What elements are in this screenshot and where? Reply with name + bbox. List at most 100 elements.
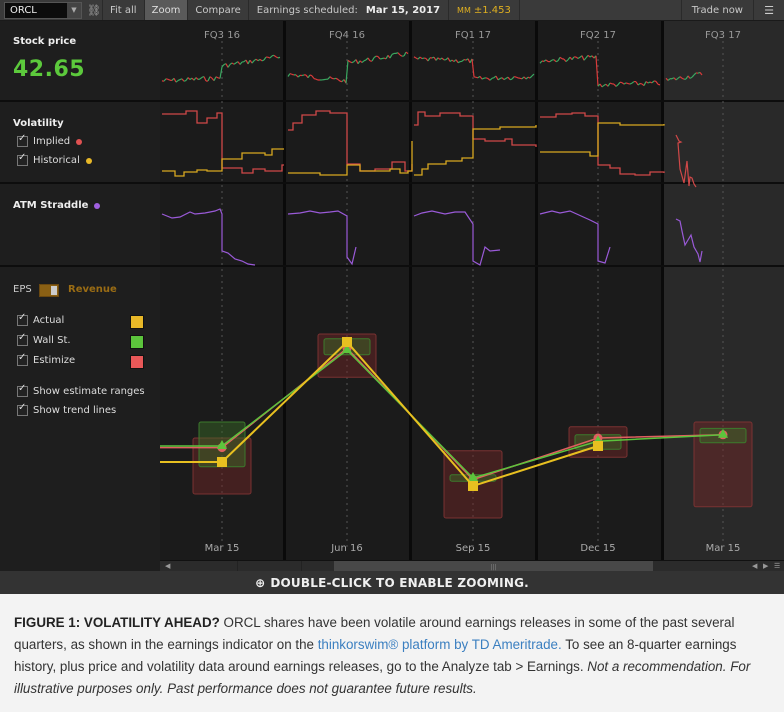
zoom-button[interactable]: Zoom [143,0,188,20]
wall-st-color-swatch[interactable] [130,335,144,349]
implied-vol-line [288,110,413,172]
price-candle [673,77,677,81]
market-maker-icon: MM [457,5,471,15]
estimize-toggle[interactable]: Estimize [17,352,76,366]
price-candle [167,78,171,81]
implied-checkbox[interactable] [17,133,28,147]
price-candle [273,54,277,58]
price-candle [515,76,519,79]
trade-now-button[interactable]: Trade now [680,0,753,20]
price-candle [417,56,421,60]
wall-st-checkbox[interactable] [17,332,28,346]
price-candle [397,52,401,56]
price-candle [309,74,313,77]
price-candle [629,82,633,85]
stock-price-panel: Stock price 42.65 [0,21,160,102]
price-candle [655,81,659,85]
historical-vol-line [162,148,284,177]
price-candle [529,75,533,79]
price-candle [187,77,191,80]
fit-all-button[interactable]: Fit all [102,0,144,20]
price-candle [291,73,295,76]
price-candle [165,78,169,80]
compare-button[interactable]: Compare [187,0,247,20]
price-candle [413,56,417,59]
estimize-label: Estimize [33,355,76,366]
price-candle [255,58,259,62]
price-candle [623,82,627,85]
price-candle [581,55,585,61]
price-candle [173,77,177,83]
price-candle [525,76,529,80]
price-candle [621,82,625,85]
price-candle [315,78,319,81]
price-candle [589,55,593,58]
price-candle [221,64,225,68]
thinkorswim-link[interactable]: thinkorswim® platform by TD Ameritrade. [318,637,562,652]
price-candle [481,77,485,80]
estimize-checkbox[interactable] [17,352,28,366]
price-candle [679,76,683,79]
price-candle [601,84,605,88]
price-candle [507,76,511,81]
price-candle [491,77,495,79]
price-candle [583,57,587,61]
earnings-scheduled: Earnings scheduled: Mar 15, 2017 [247,0,448,20]
chevron-down-icon[interactable]: ▼ [67,2,81,18]
price-candle [359,60,363,64]
show-trend-lines-checkbox[interactable] [17,402,28,416]
link-icon[interactable]: ⛓ [86,4,102,17]
show-estimate-ranges-toggle[interactable]: Show estimate ranges [17,383,145,397]
price-candle [677,76,681,79]
price-candle [175,80,179,83]
menu-icon[interactable]: ☰ [753,0,784,20]
revenue-label[interactable]: Revenue [68,284,117,295]
grip-icon: ||| [490,564,497,571]
earnings-label: Earnings scheduled: [256,4,358,16]
price-candle [189,77,193,81]
price-candle [371,57,375,62]
price-candle [489,77,493,81]
historical-checkbox[interactable] [17,152,28,166]
price-candle [539,60,543,64]
price-candle [645,81,649,84]
price-candle [301,74,305,77]
price-candle [275,56,279,59]
estimize-color-swatch[interactable] [130,355,144,369]
caption-heading: FIGURE 1: VOLATILITY AHEAD? [14,615,220,630]
eps-revenue-toggle[interactable] [39,284,59,297]
volatility-panel: Volatility Implied Historical [0,102,160,184]
price-candle [311,75,315,79]
price-candle [687,75,691,79]
implied-toggle[interactable]: Implied [17,133,83,147]
eps-label[interactable]: EPS [13,284,32,295]
wall-st-toggle[interactable]: Wall St. [17,332,71,346]
actual-color-swatch[interactable] [130,315,144,329]
implied-label: Implied [33,136,71,147]
atm-straddle-line [413,210,501,266]
price-candle [441,57,445,61]
actual-marker [593,441,603,451]
price-candle [631,81,635,84]
show-estimate-ranges-checkbox[interactable] [17,383,28,397]
price-candle [657,83,661,86]
price-candle [269,55,273,59]
symbol-selector[interactable]: ORCL ▼ [4,1,82,19]
actual-toggle[interactable]: Actual [17,312,64,326]
volatility-title: Volatility [13,118,64,129]
price-candle [199,76,203,80]
actual-checkbox[interactable] [17,312,28,326]
zoom-hint-text: DOUBLE-CLICK TO ENABLE ZOOMING. [270,575,529,590]
price-candle [351,61,355,64]
implied-vol-line [540,112,665,176]
price-candle [203,76,207,82]
historical-toggle[interactable]: Historical [17,152,92,166]
price-candle [215,76,219,79]
price-candle [239,61,243,65]
zoom-hint-bar[interactable]: ⊕ DOUBLE-CLICK TO ENABLE ZOOMING. [0,571,784,594]
historical-color-dot [85,157,92,164]
atm-straddle-line [287,210,357,266]
show-trend-lines-toggle[interactable]: Show trend lines [17,402,116,416]
price-candle [699,72,703,76]
price-candle [625,82,629,85]
